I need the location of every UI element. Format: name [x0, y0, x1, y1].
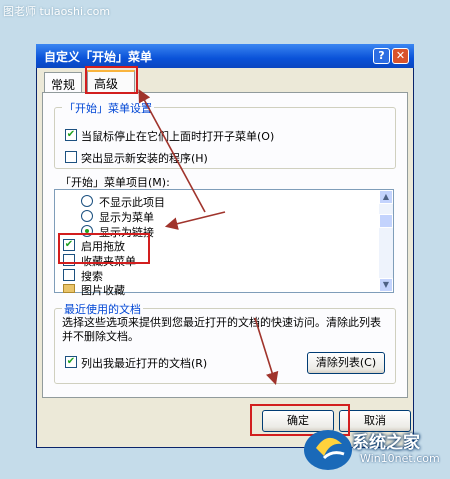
- recent-description: 选择这些选项来提供到您最近打开的文档的快速访问。清除此列表并不删除文档。: [62, 316, 381, 343]
- radio-hide-item[interactable]: [81, 195, 93, 207]
- highlight-tab-advanced: [85, 66, 138, 94]
- list-recent-docs-checkbox[interactable]: ✔: [65, 356, 77, 368]
- close-button[interactable]: ✕: [392, 48, 409, 64]
- pictures-folder-icon: [63, 284, 75, 293]
- tab-general[interactable]: 常规: [44, 72, 83, 92]
- highlight-enable-drag-drop: [58, 233, 150, 264]
- radio-show-menu[interactable]: [81, 210, 93, 222]
- logo-url: Win10net.com: [360, 452, 440, 465]
- listbox-scrollbar[interactable]: ▲ ▼: [379, 190, 393, 292]
- dialog-title: 自定义「开始」菜单: [36, 44, 414, 68]
- pictures-label: 图片收藏: [81, 284, 125, 297]
- recent-group-label: 最近使用的文档: [62, 301, 143, 317]
- scroll-thumb[interactable]: [379, 214, 393, 228]
- clear-list-button[interactable]: 清除列表(C): [307, 352, 385, 374]
- radio-hide-item-label: 不显示此项目: [99, 196, 165, 209]
- search-checkbox[interactable]: [63, 269, 75, 281]
- settings-group-label: 「开始」菜单设置: [62, 100, 154, 116]
- highlight-new-programs-label: 突出显示新安装的程序(H): [81, 152, 208, 165]
- scroll-up-arrow-icon[interactable]: ▲: [379, 190, 393, 204]
- radio-show-menu-label: 显示为菜单: [99, 211, 154, 224]
- logo-title: 系统之家: [352, 433, 420, 453]
- scroll-down-arrow-icon[interactable]: ▼: [379, 278, 393, 292]
- open-submenu-checkbox[interactable]: ✔: [65, 129, 77, 141]
- menu-items-label: 「开始」菜单项目(M):: [60, 176, 170, 189]
- list-recent-docs-label: 列出我最近打开的文档(R): [81, 357, 208, 370]
- help-button[interactable]: ?: [373, 48, 390, 64]
- highlight-new-programs-checkbox[interactable]: [65, 151, 77, 163]
- open-submenu-label: 当鼠标停止在它们上面时打开子菜单(O): [81, 130, 275, 143]
- watermark-top: 图老师 tulaoshi.com: [3, 5, 111, 18]
